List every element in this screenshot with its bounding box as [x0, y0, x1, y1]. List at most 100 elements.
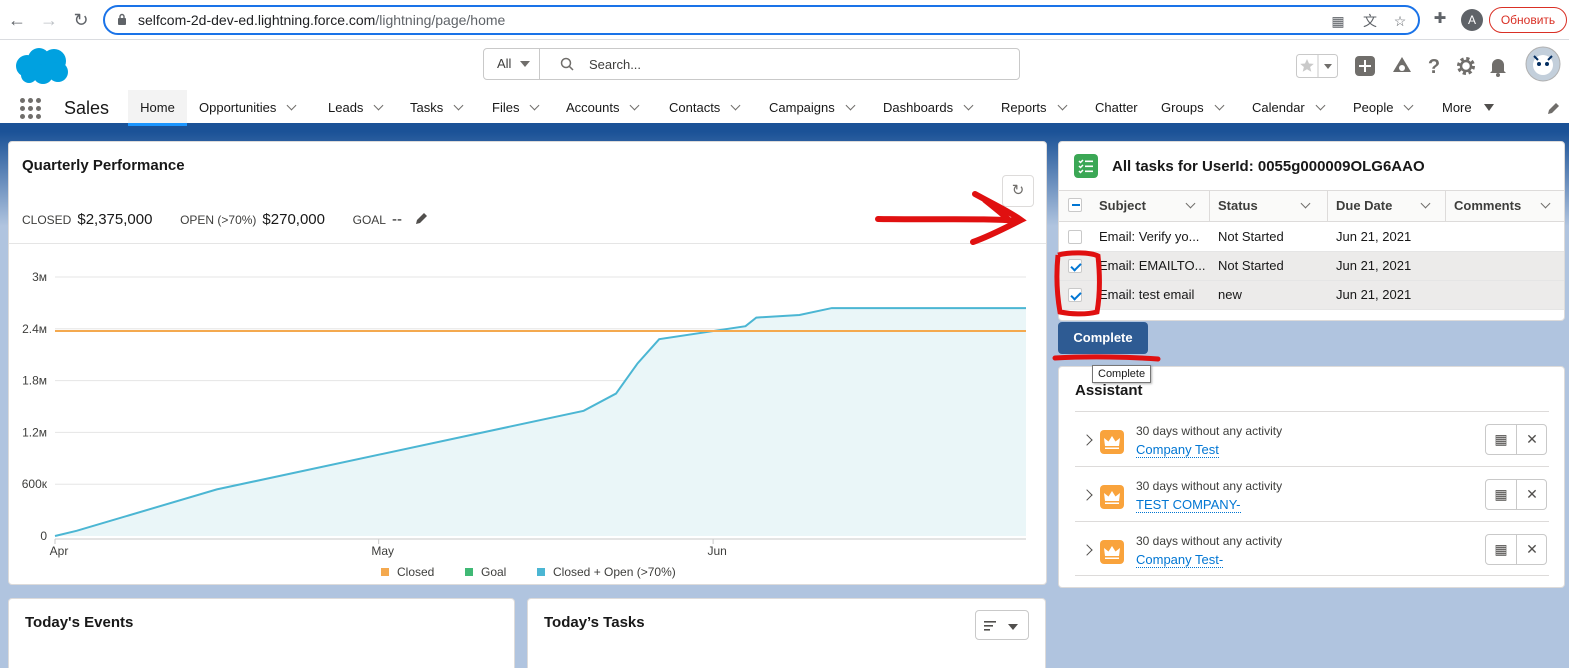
- column-header-due-date[interactable]: Due Date: [1336, 191, 1431, 221]
- tab-chatter[interactable]: Chatter: [1095, 90, 1138, 126]
- chevron-down-icon[interactable]: [845, 100, 856, 111]
- task-due-date: Jun 21, 2021: [1336, 258, 1412, 273]
- sort-menu-button[interactable]: [975, 610, 1029, 640]
- trailhead-icon[interactable]: [1390, 54, 1414, 78]
- tab-groups[interactable]: Groups: [1161, 90, 1225, 126]
- qr-code-icon[interactable]: ▦: [1329, 12, 1347, 30]
- chevron-down-icon[interactable]: [1420, 198, 1431, 209]
- legend-swatch: [381, 568, 389, 576]
- favorites-icon[interactable]: [1296, 54, 1338, 78]
- search-input[interactable]: [589, 55, 989, 73]
- chevron-right-icon[interactable]: [1081, 489, 1093, 501]
- tab-home[interactable]: Home: [128, 90, 187, 126]
- profile-avatar[interactable]: A: [1461, 9, 1483, 31]
- open-value: $270,000: [262, 211, 325, 228]
- forward-icon[interactable]: →: [38, 9, 60, 31]
- row-checkbox[interactable]: [1068, 230, 1082, 244]
- chevron-down-icon[interactable]: [373, 100, 384, 111]
- tab-accounts[interactable]: Accounts: [566, 90, 640, 126]
- table-row[interactable]: Email: EMAILTO... Not Started Jun 21, 20…: [1059, 252, 1564, 281]
- global-search: All: [483, 48, 1020, 80]
- app-launcher-icon[interactable]: [20, 98, 42, 120]
- update-button[interactable]: Обновить: [1489, 7, 1567, 33]
- chevron-down-icon[interactable]: [1315, 100, 1326, 111]
- tab-people[interactable]: People: [1353, 90, 1414, 126]
- global-header: All ?: [0, 40, 1569, 90]
- row-checkbox[interactable]: [1068, 259, 1082, 273]
- tab-tasks[interactable]: Tasks: [410, 90, 464, 126]
- bookmark-star-icon[interactable]: ☆: [1391, 12, 1409, 30]
- table-row[interactable]: Email: Verify yo... Not Started Jun 21, …: [1059, 223, 1564, 252]
- y-tick-label: 2.4м: [22, 322, 47, 336]
- column-header-status[interactable]: Status: [1218, 191, 1311, 221]
- reload-icon[interactable]: ↻: [70, 9, 92, 31]
- translate-icon[interactable]: 文: [1361, 12, 1379, 30]
- close-icon[interactable]: ✕: [1517, 535, 1547, 564]
- calendar-icon[interactable]: ▦: [1486, 480, 1516, 509]
- task-due-date: Jun 21, 2021: [1336, 229, 1412, 244]
- address-bar[interactable]: selfcom-2d-dev-ed.lightning.force.com/li…: [103, 5, 1420, 35]
- open-label: OPEN (>70%): [180, 213, 257, 227]
- column-header-subject[interactable]: Subject: [1099, 191, 1196, 221]
- tab-leads[interactable]: Leads: [328, 90, 384, 126]
- assistant-description: 30 days without any activity: [1136, 479, 1283, 493]
- select-all-checkbox[interactable]: [1068, 198, 1082, 212]
- chevron-right-icon[interactable]: [1081, 434, 1093, 446]
- calendar-icon[interactable]: ▦: [1486, 425, 1516, 454]
- complete-button[interactable]: Complete: [1058, 322, 1148, 354]
- extensions-icon[interactable]: ✚: [1430, 9, 1450, 29]
- notifications-bell-icon[interactable]: [1486, 54, 1510, 78]
- refresh-icon: ↻: [1011, 182, 1025, 199]
- tab-more[interactable]: More: [1442, 90, 1494, 126]
- salesforce-logo[interactable]: [11, 46, 71, 86]
- chevron-down-icon[interactable]: [1404, 100, 1414, 111]
- row-checkbox[interactable]: [1068, 288, 1082, 302]
- tab-opportunities[interactable]: Opportunities: [199, 90, 297, 126]
- chevron-down-icon[interactable]: [530, 100, 540, 111]
- x-tick-label: Apr: [50, 544, 69, 558]
- account-link[interactable]: Company Test: [1136, 442, 1219, 458]
- chevron-down-icon[interactable]: [1214, 100, 1225, 111]
- add-icon[interactable]: [1353, 54, 1377, 78]
- chevron-down-icon[interactable]: [453, 100, 464, 111]
- tab-files[interactable]: Files: [492, 90, 540, 126]
- tab-dashboards[interactable]: Dashboards: [883, 90, 974, 126]
- complete-tooltip: Complete: [1092, 365, 1152, 383]
- task-subject: Email: Verify yo...: [1099, 229, 1200, 244]
- chevron-down-icon[interactable]: [730, 100, 741, 111]
- edit-nav-pencil-icon[interactable]: [1546, 102, 1560, 116]
- search-scope-select[interactable]: All: [484, 49, 540, 79]
- tab-calendar[interactable]: Calendar: [1252, 90, 1326, 126]
- chevron-right-icon[interactable]: [1081, 544, 1093, 556]
- back-icon[interactable]: ←: [6, 9, 28, 31]
- chevron-down-icon[interactable]: [286, 100, 297, 111]
- todays-tasks-card: Today’s Tasks: [527, 598, 1046, 668]
- svg-text:?: ?: [1428, 56, 1440, 78]
- chevron-down-icon[interactable]: [630, 100, 640, 111]
- chevron-down-icon[interactable]: [1185, 198, 1196, 209]
- quarterly-performance-card: Quarterly Performance ↻ CLOSED $2,375,000…: [8, 141, 1047, 585]
- tab-reports[interactable]: Reports: [1001, 90, 1067, 126]
- assistant-item: 30 days without any activity Company Tes…: [1075, 411, 1549, 466]
- column-header-comments[interactable]: Comments: [1454, 191, 1551, 221]
- account-link[interactable]: Company Test-: [1136, 552, 1224, 568]
- tab-campaigns[interactable]: Campaigns: [769, 90, 856, 126]
- calendar-icon[interactable]: ▦: [1486, 535, 1516, 564]
- help-icon[interactable]: ?: [1422, 54, 1446, 78]
- chevron-down-icon[interactable]: [1540, 198, 1551, 209]
- crown-icon: [1100, 485, 1124, 509]
- user-avatar[interactable]: [1525, 46, 1561, 82]
- account-link[interactable]: TEST COMPANY-: [1136, 497, 1241, 513]
- tab-contacts[interactable]: Contacts: [669, 90, 741, 126]
- chevron-down-icon[interactable]: [1300, 198, 1311, 209]
- table-row[interactable]: Email: test email new Jun 21, 2021: [1059, 281, 1564, 310]
- chevron-down-icon[interactable]: [963, 100, 974, 111]
- performance-chart: 0 600к 1.2м 1.8м 2.4м 3м Apr May Jun Closed Goal Cl…: [22, 270, 1026, 579]
- close-icon[interactable]: ✕: [1517, 425, 1547, 454]
- close-icon[interactable]: ✕: [1517, 480, 1547, 509]
- refresh-button[interactable]: ↻: [1002, 175, 1034, 207]
- goal-value: --: [391, 211, 402, 228]
- edit-goal-pencil-icon[interactable]: [414, 212, 428, 226]
- chevron-down-icon[interactable]: [1057, 100, 1067, 111]
- settings-gear-icon[interactable]: [1454, 54, 1478, 78]
